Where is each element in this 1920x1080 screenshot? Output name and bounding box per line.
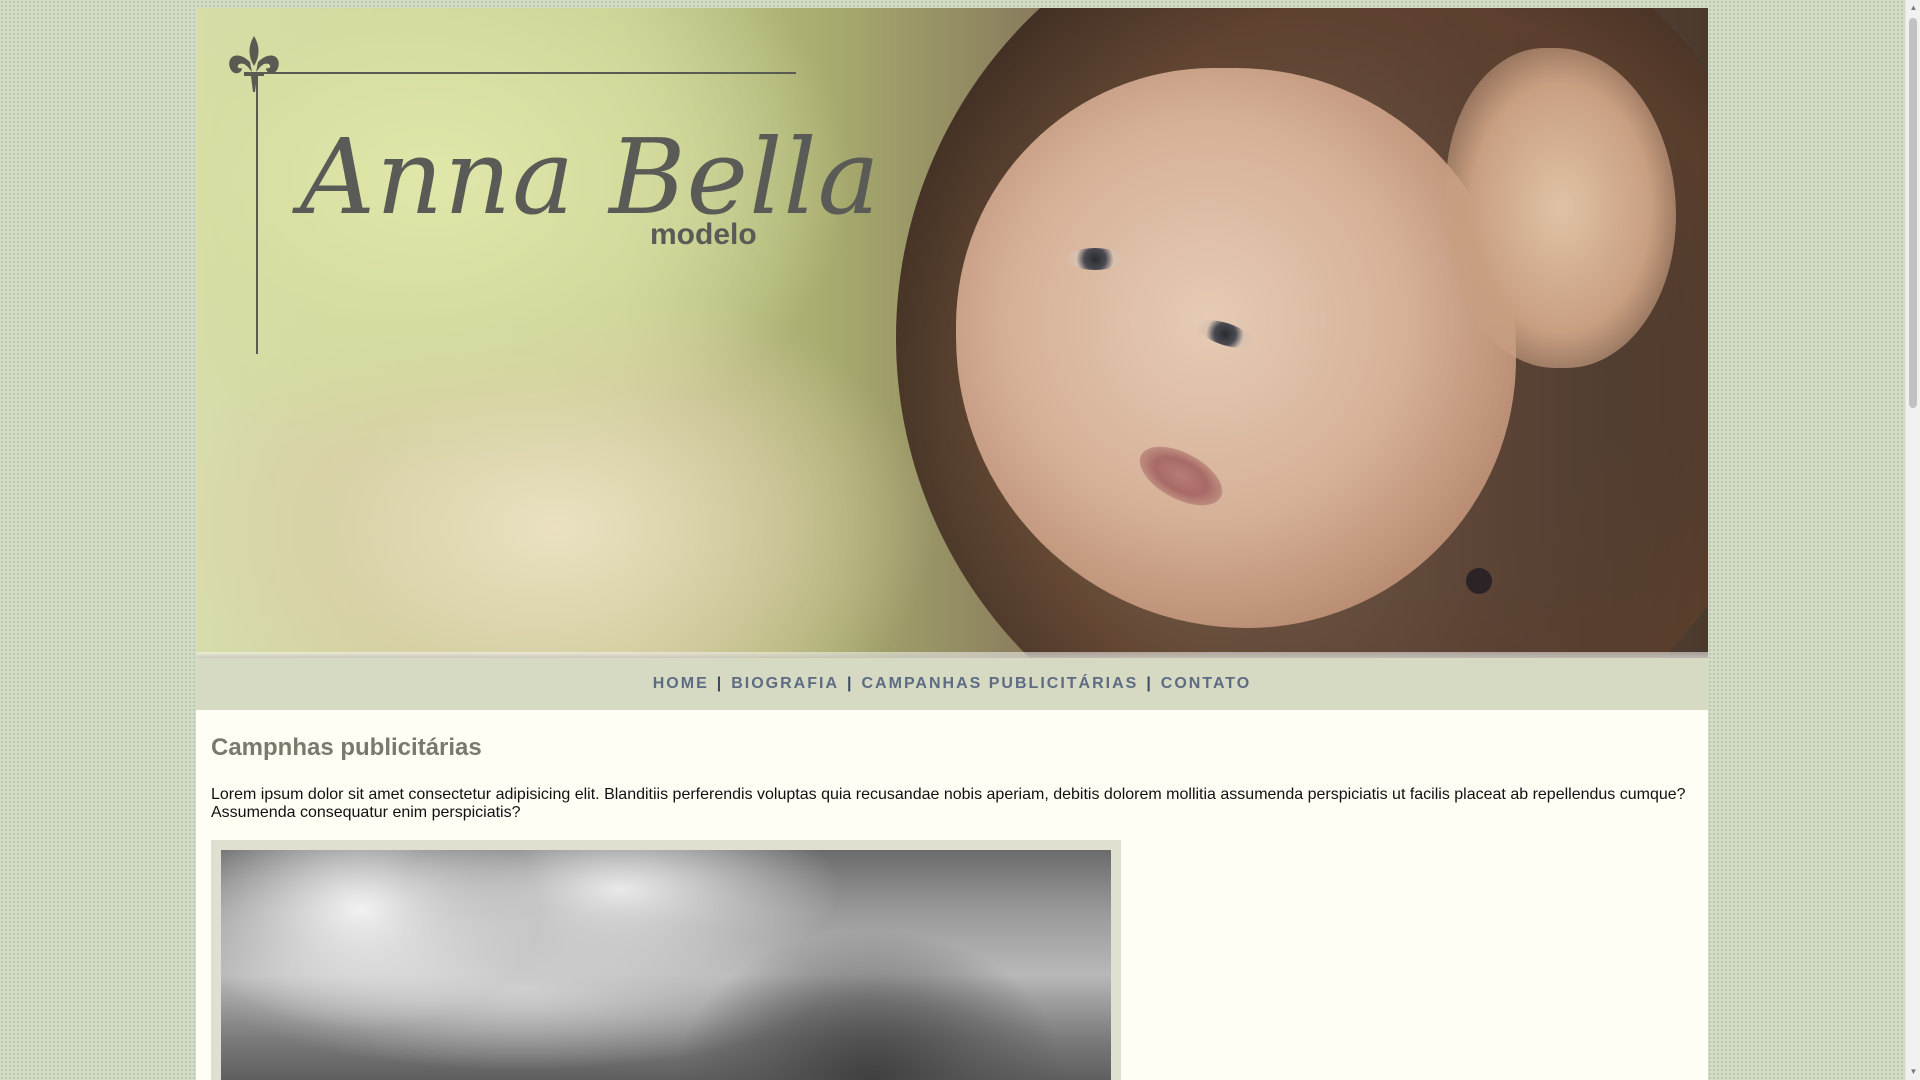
main-navigation: HOME | BIOGRAFIA | CAMPANHAS PUBLICITÁRI… [196, 658, 1708, 710]
nav-item-home[interactable]: HOME [653, 675, 709, 693]
main-content: Campnhas publicitárias Lorem ipsum dolor… [196, 734, 1708, 1080]
scroll-up-arrow-icon[interactable]: ▲ [1906, 0, 1920, 16]
nav-item-biografia[interactable]: BIOGRAFIA [731, 675, 839, 693]
campaign-photo-frame [211, 840, 1121, 1080]
logo-name: Anna Bella [300, 116, 881, 238]
page-container: Anna Bella modelo HOME | BIOGRAFIA | CAM… [196, 8, 1708, 1080]
banner-photo-eye [1066, 248, 1124, 270]
header-banner: Anna Bella modelo [196, 8, 1708, 658]
nav-separator: | [716, 675, 724, 692]
logo-subtitle: modelo [650, 218, 757, 251]
nav-item-contato[interactable]: CONTATO [1161, 675, 1251, 693]
page-title: Campnhas publicitárias [211, 734, 482, 761]
campaign-photo [221, 850, 1111, 1080]
logo-frame-line [256, 72, 796, 74]
nav-item-campanhas[interactable]: CAMPANHAS PUBLICITÁRIAS [862, 675, 1139, 693]
banner-bottom-edge [196, 652, 1708, 658]
intro-paragraph: Lorem ipsum dolor sit amet consectetur a… [211, 786, 1686, 821]
scrollbar-thumb[interactable] [1909, 18, 1917, 408]
nav-separator: | [847, 675, 854, 692]
logo-frame-line [256, 72, 258, 354]
vertical-scrollbar[interactable]: ▲ ▼ [1905, 0, 1920, 1080]
scroll-down-arrow-icon[interactable]: ▼ [1906, 1064, 1920, 1080]
nav-separator: | [1146, 675, 1153, 692]
fleur-de-lis-icon [229, 36, 279, 92]
banner-photo-earring [1466, 568, 1492, 594]
